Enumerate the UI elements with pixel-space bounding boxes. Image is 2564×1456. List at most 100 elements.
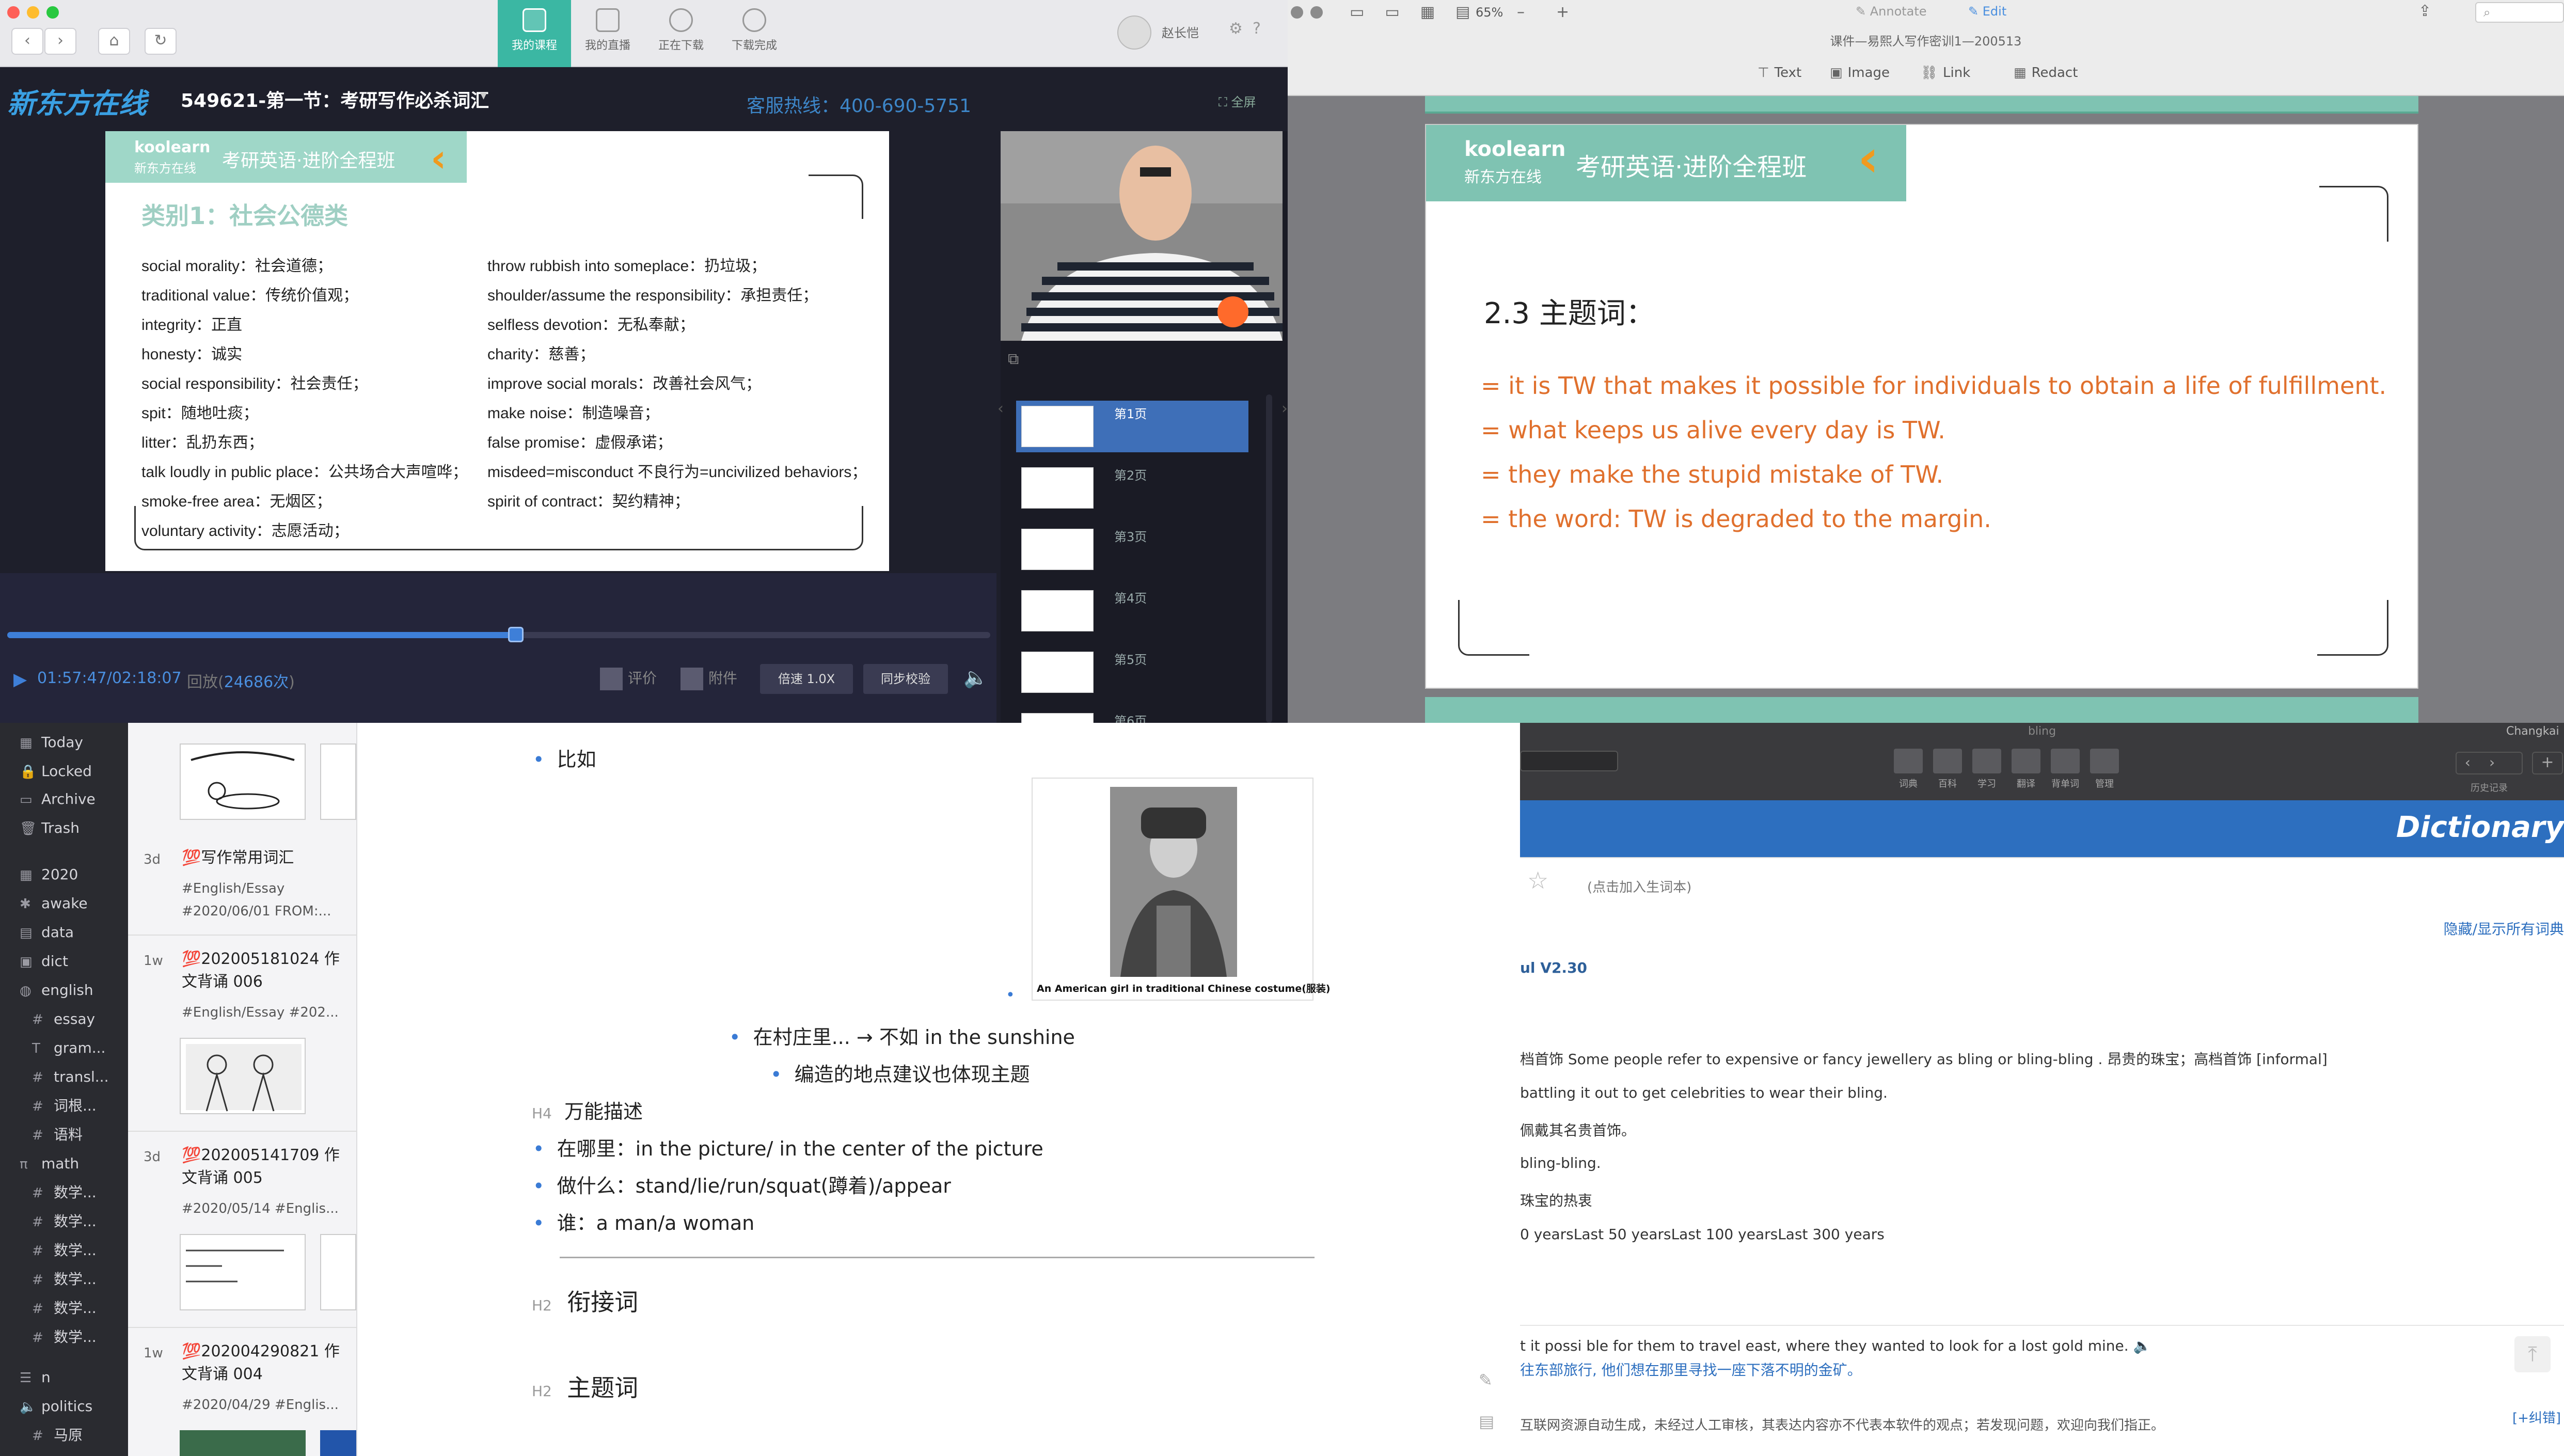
view-mode-icons[interactable]: ▭▭▦▤ <box>1350 3 1491 21</box>
zoom-select[interactable]: 65% <box>1476 5 1503 20</box>
zoom-in-button[interactable]: + <box>1556 3 1569 21</box>
note-image[interactable]: An American girl in traditional Chinese … <box>1032 778 1331 1001</box>
toggle-all-dictionaries[interactable]: 隐藏/显示所有词典 <box>2444 918 2564 939</box>
minimize-window-button[interactable] <box>1310 6 1323 19</box>
sidebar-item-[interactable]: # 词根... <box>0 1091 128 1120</box>
tab-downloading[interactable]: 正在下载 <box>644 0 718 67</box>
sidebar-item-[interactable]: # 数学... <box>0 1265 128 1294</box>
picture-in-picture-icon[interactable]: ⧉ <box>1008 350 1019 368</box>
edit-mode[interactable]: ✎ Edit <box>1968 4 2006 19</box>
refresh-button[interactable]: ↻ <box>145 28 177 55</box>
sidebar-item-n[interactable]: ☰ n <box>0 1363 128 1392</box>
sidebar-item-today[interactable]: ▦ Today <box>0 728 128 757</box>
edit-tool-image[interactable]: ▣ Image <box>1830 65 1890 81</box>
annotate-mode[interactable]: ✎ Annotate <box>1856 4 1927 19</box>
sidebar-item-transl[interactable]: # transl... <box>0 1063 128 1091</box>
info-icon[interactable]: ▤ <box>1479 1412 1494 1431</box>
dictionary-search-input[interactable] <box>1520 751 1618 771</box>
note-editor[interactable]: • 比如 An American girl in traditional Chi… <box>357 723 1520 1456</box>
thumbnail-scrollbar[interactable] <box>1266 394 1272 723</box>
sync-check-button[interactable]: 同步校验 <box>863 664 948 694</box>
sidebar-item-[interactable]: # 数学... <box>0 1178 128 1207</box>
attachment-button[interactable]: 附件 <box>680 667 737 690</box>
course-title[interactable]: 549621-第一节：考研写作必杀词汇 <box>181 86 489 113</box>
chevron-down-icon[interactable]: ▾ <box>480 88 487 103</box>
user-name[interactable]: 赵长恺 <box>1162 23 1199 41</box>
sidebar-item-essay[interactable]: # essay <box>0 1005 128 1034</box>
thumbnail-item[interactable]: 第1页 <box>1016 401 1248 452</box>
help-icon[interactable]: ? <box>1253 20 1261 38</box>
note-title[interactable]: 💯202005181024 作文背诵 006 <box>182 948 347 993</box>
edit-tool-text[interactable]: ⊤ Text <box>1758 65 1801 81</box>
progress-track[interactable] <box>7 627 990 642</box>
refresh-icon: ↻ <box>154 31 167 50</box>
dict-tool-0[interactable]: 词典 <box>1892 749 1925 790</box>
home-button[interactable]: ⌂ <box>98 28 130 55</box>
dict-tool-3[interactable]: 翻译 <box>2009 749 2043 790</box>
sidebar-item-locked[interactable]: 🔒 Locked <box>0 757 128 786</box>
add-button[interactable]: + <box>2532 752 2563 774</box>
dict-tool-1[interactable]: 百科 <box>1931 749 1964 790</box>
zoom-window-button[interactable] <box>46 6 59 19</box>
volume-icon[interactable]: 🔈 <box>963 666 988 689</box>
speed-button[interactable]: 倍速 1.0X <box>760 664 853 694</box>
minimize-window-button[interactable] <box>27 6 39 19</box>
sidebar-item-dict[interactable]: ▣ dict <box>0 947 128 976</box>
forward-button[interactable]: › <box>44 28 76 55</box>
sidebar-item-gram[interactable]: Tgram... <box>0 1034 128 1063</box>
sidebar-item-[interactable]: # 数学... <box>0 1236 128 1265</box>
pen-icon[interactable]: ✎ <box>1479 1370 1493 1390</box>
collapse-right-icon[interactable]: › <box>1281 400 1288 482</box>
note-title[interactable]: 💯写作常用词汇 <box>182 847 347 869</box>
sidebar-item-trash[interactable]: 🗑 Trash <box>0 814 128 843</box>
avatar[interactable] <box>1117 15 1151 50</box>
edit-tool-link[interactable]: ⛓ Link <box>1921 65 1970 81</box>
edit-tool-label: Redact <box>2031 65 2078 81</box>
sidebar-item-[interactable]: # 数学... <box>0 1323 128 1352</box>
tab-downloaded[interactable]: 下载完成 <box>718 0 791 67</box>
sidebar-item-2020[interactable]: ▦ 2020 <box>0 860 128 889</box>
sidebar-item-[interactable]: # 语料 <box>0 1120 128 1149</box>
thumbnail-item[interactable]: 第5页 <box>1016 646 1248 698</box>
dict-tool-4[interactable]: 背单词 <box>2049 749 2082 790</box>
tab-my-live[interactable]: 我的直播 <box>571 0 644 67</box>
progress-handle[interactable] <box>508 627 524 642</box>
rate-button[interactable]: 评价 <box>600 667 657 690</box>
tab-my-courses[interactable]: 我的课程 <box>498 0 571 67</box>
star-icon[interactable]: ☆ <box>1527 866 1548 894</box>
thumbnail-item[interactable]: 第4页 <box>1016 585 1248 637</box>
sidebar-item-[interactable]: # 数学... <box>0 1294 128 1323</box>
sidebar-item-data[interactable]: ▤ data <box>0 918 128 947</box>
note-title[interactable]: 💯202004290821 作文背诵 004 <box>182 1340 347 1386</box>
thumbnail-item[interactable]: 第6页 <box>1016 708 1248 723</box>
sidebar-item-english[interactable]: ◍ english <box>0 976 128 1005</box>
sidebar-item-politics[interactable]: 🔈 politics <box>0 1392 128 1421</box>
sidebar-item-[interactable]: # 数学... <box>0 1207 128 1236</box>
correct-link[interactable]: [+纠错] <box>2512 1407 2561 1427</box>
sidebar-item-awake[interactable]: ✱ awake <box>0 889 128 918</box>
share-icon[interactable]: ⇪ <box>2418 2 2431 20</box>
play-button[interactable]: ▶ <box>13 669 27 690</box>
back-button[interactable]: ‹ <box>11 28 43 55</box>
thumbnail-item[interactable]: 第3页 <box>1016 524 1248 575</box>
note-title[interactable]: 💯202005141709 作文背诵 005 <box>182 1144 347 1190</box>
dict-tool-5[interactable]: 管理 <box>2088 749 2121 790</box>
sidebar-item-math[interactable]: π math <box>0 1149 128 1178</box>
sidebar-item-archive[interactable]: ▭ Archive <box>0 785 128 814</box>
speaker-icon[interactable]: 🔈 <box>2133 1337 2151 1354</box>
zoom-out-button[interactable]: – <box>1517 3 1525 21</box>
search-input[interactable]: ⌕ <box>2475 2 2564 23</box>
sidebar-item-[interactable]: # 马原 <box>0 1421 128 1450</box>
history-nav[interactable]: ‹› <box>2456 752 2523 774</box>
gear-icon[interactable]: ⚙ <box>1229 20 1243 38</box>
dict-tool-icon <box>2090 749 2119 773</box>
close-window-button[interactable] <box>1291 6 1303 19</box>
scroll-top-icon[interactable]: ⤒ <box>2514 1336 2551 1372</box>
sidebar-item-label: 数学... <box>54 1300 97 1317</box>
add-wordbook-link[interactable]: (点击加入生词本) <box>1587 877 1691 896</box>
thumbnail-item[interactable]: 第2页 <box>1016 462 1248 514</box>
fullscreen-button[interactable]: ⛶ 全屏 <box>1218 92 1256 110</box>
close-window-button[interactable] <box>7 6 20 19</box>
dict-tool-2[interactable]: 学习 <box>1970 749 2003 790</box>
edit-tool-redact[interactable]: ▦ Redact <box>2014 65 2078 81</box>
